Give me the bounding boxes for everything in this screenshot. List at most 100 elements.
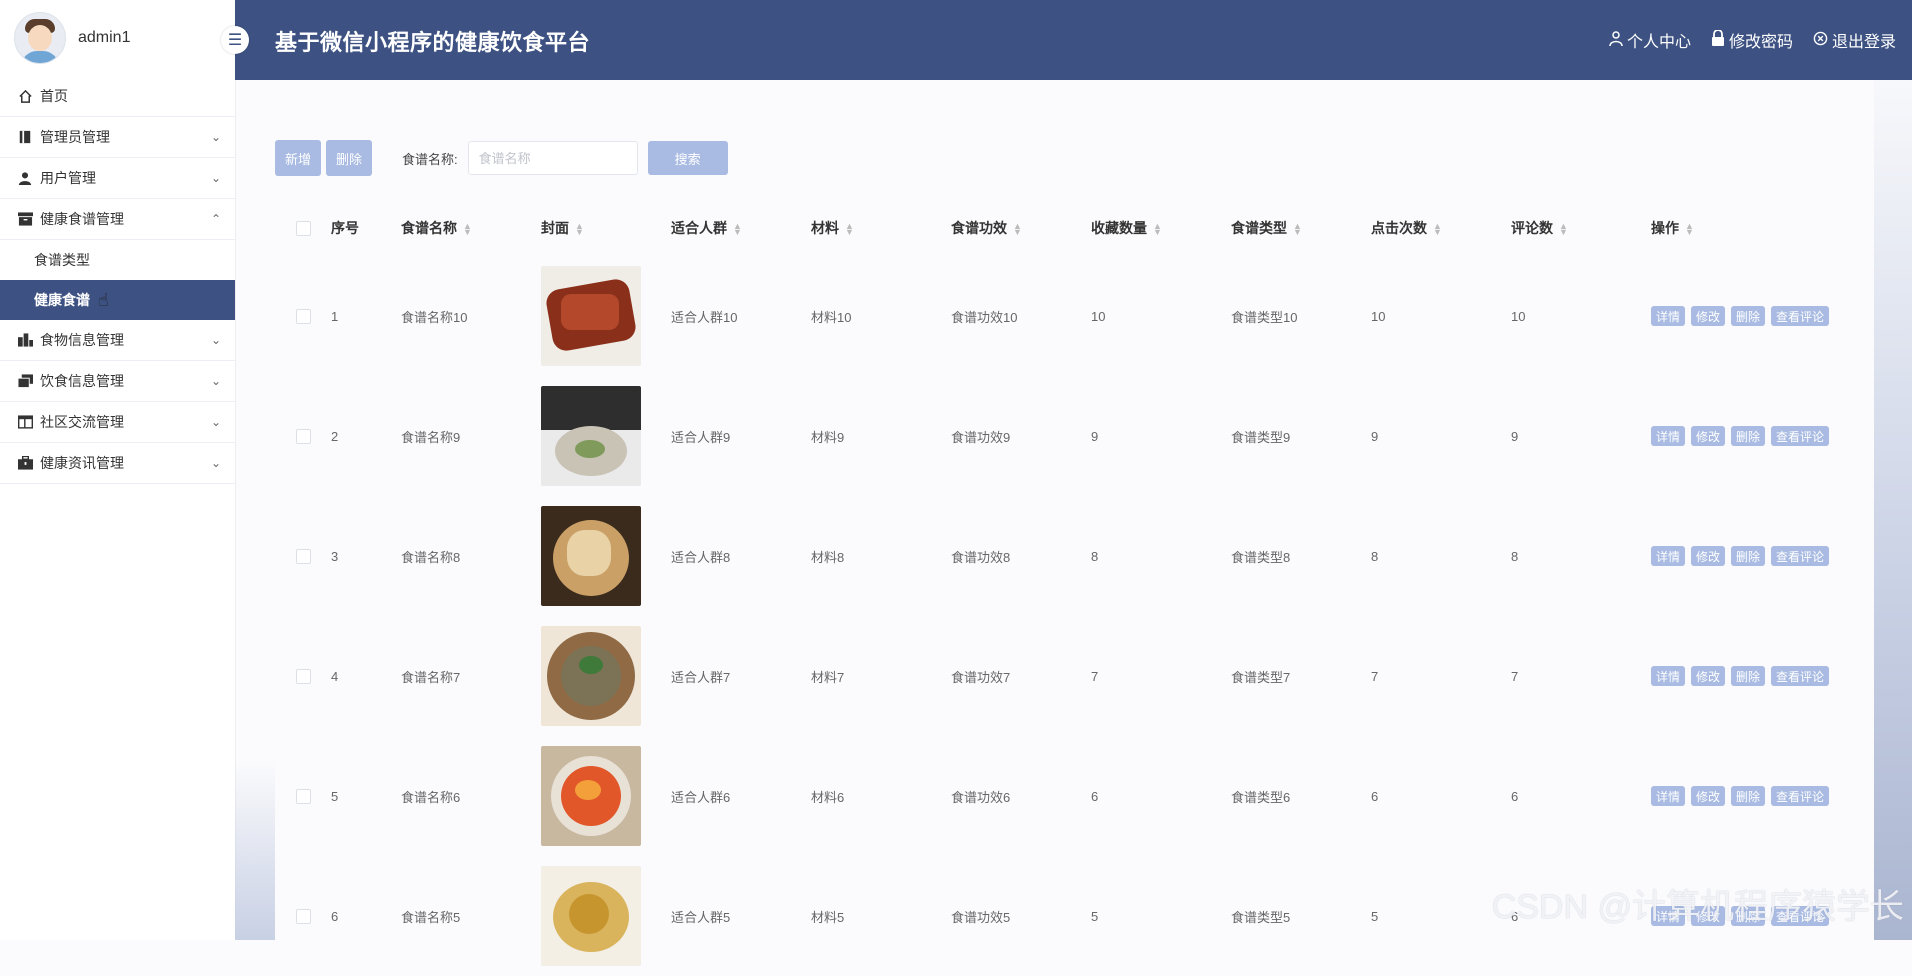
row-checkbox[interactable] [295,668,311,684]
table-row: 2 食谱名称9 适合人群9 材料9 食谱功效9 9 食谱类型9 9 9 详情 修… [275,376,1875,496]
home-icon [16,87,34,105]
header-cell[interactable]: 食谱功效 ▲ ▼ [951,218,1091,238]
edit-button[interactable]: 修改 [1691,426,1726,446]
header-cell[interactable]: 点击次数 ▲ ▼ [1371,218,1511,238]
header-cell[interactable]: 食谱名称 ▲ ▼ [401,218,541,238]
cover-image[interactable] [541,506,641,606]
cell-name: 食谱名称8 [401,549,461,565]
avatar[interactable] [14,12,66,64]
cell-clicks: 10 [1371,308,1386,324]
change-password-link[interactable]: 修改密码 [1711,28,1793,52]
sort-icon[interactable]: ▲ ▼ [575,222,584,237]
cell-crowd: 适合人群5 [671,909,731,925]
sidebar-item-community[interactable]: 社区交流管理 ⌄ [0,402,235,443]
sort-icon[interactable]: ▲ ▼ [845,222,854,237]
row-checkbox[interactable] [295,308,311,324]
sidebar-item-diet-info[interactable]: 饮食信息管理 ⌄ [0,361,235,402]
sidebar-item-recipe-mgmt[interactable]: 健康食谱管理 ⌃ [0,199,235,240]
chevron-down-icon: ⌄ [210,374,221,388]
sort-icon[interactable]: ▲ ▼ [1153,222,1162,237]
header-cell[interactable]: 材料 ▲ ▼ [811,218,951,238]
table-row: 1 食谱名称10 适合人群10 材料10 食谱功效10 10 食谱类型10 10… [275,256,1875,376]
cover-image[interactable] [541,626,641,726]
sidebar-item-users[interactable]: 用户管理 ⌄ [0,158,235,199]
logout-link[interactable]: 退出登录 [1813,28,1896,52]
header-cell[interactable]: 收藏数量 ▲ ▼ [1091,218,1231,238]
sidebar-item-home[interactable]: 首页 [0,76,235,117]
cell-index: 2 [331,428,339,444]
collapse-menu-icon[interactable]: ☰ [221,26,249,54]
detail-button[interactable]: 详情 [1651,786,1686,806]
cell-material: 材料10 [811,309,852,325]
row-checkbox[interactable] [295,788,311,804]
header-cell[interactable]: 封面 ▲ ▼ [541,218,671,238]
header-cell[interactable]: 评论数 ▲ ▼ [1511,218,1651,238]
search-button[interactable]: 搜索 [647,141,728,175]
sort-icon[interactable]: ▲ ▼ [733,222,742,237]
view-comments-button[interactable]: 查看评论 [1771,426,1830,446]
edit-button[interactable]: 修改 [1691,786,1726,806]
search-input[interactable] [467,141,638,175]
delete-button[interactable]: 删除 [1731,666,1766,686]
sidebar-subitem-recipe-type[interactable]: 食谱类型 [0,240,235,280]
row-checkbox[interactable] [295,548,311,564]
detail-button[interactable]: 详情 [1651,546,1686,566]
chevron-down-icon: ⌄ [210,415,221,429]
cover-image[interactable] [541,746,641,846]
chevron-down-icon: ⌄ [210,333,221,347]
delete-button[interactable]: 删除 [1731,786,1766,806]
cell-effect: 食谱功效9 [951,429,1011,445]
detail-button[interactable]: 详情 [1651,666,1686,686]
user-name: admin1 [78,29,131,46]
profile-link[interactable]: 个人中心 [1609,28,1691,52]
row-checkbox[interactable] [295,428,311,444]
header-cell[interactable]: 食谱类型 ▲ ▼ [1231,218,1371,238]
detail-button[interactable]: 详情 [1651,306,1686,326]
sort-icon[interactable]: ▲ ▼ [1013,222,1022,237]
sort-icon[interactable]: ▲ ▼ [1559,222,1568,237]
edit-button[interactable]: 修改 [1691,306,1726,326]
sidebar-item-food-info[interactable]: 食物信息管理 ⌄ [0,320,235,361]
cell-name: 食谱名称10 [401,309,468,325]
cell-crowd: 适合人群6 [671,789,731,805]
chevron-down-icon: ⌄ [210,456,221,470]
view-comments-button[interactable]: 查看评论 [1771,666,1830,686]
batch-delete-button[interactable]: 删除 [326,140,373,176]
delete-button[interactable]: 删除 [1731,426,1766,446]
select-all-checkbox[interactable] [295,220,311,236]
view-comments-button[interactable]: 查看评论 [1771,786,1830,806]
sidebar-item-health-news[interactable]: 健康资讯管理 ⌄ [0,443,235,484]
header-cell[interactable]: 适合人群 ▲ ▼ [671,218,811,238]
sort-icon[interactable]: ▲ ▼ [1685,222,1694,237]
cell-effect: 食谱功效7 [951,669,1011,685]
view-comments-button[interactable]: 查看评论 [1771,546,1830,566]
top-actions: 个人中心 修改密码 退出登录 [1609,28,1896,52]
cover-image[interactable] [541,866,641,966]
cell-effect: 食谱功效6 [951,789,1011,805]
cover-image[interactable] [541,386,641,486]
detail-button[interactable]: 详情 [1651,426,1686,446]
cell-name: 食谱名称7 [401,669,461,685]
add-button[interactable]: 新增 [275,140,322,176]
row-checkbox[interactable] [295,908,311,924]
header-cell[interactable]: 操作 ▲ ▼ [1651,218,1851,238]
sort-icon[interactable]: ▲ ▼ [1293,222,1302,237]
cover-image[interactable] [541,266,641,366]
edit-button[interactable]: 修改 [1691,546,1726,566]
cell-index: 4 [331,668,339,684]
delete-button[interactable]: 删除 [1731,546,1766,566]
lock-icon [1711,29,1725,50]
close-circle-icon [1813,31,1828,50]
cell-clicks: 9 [1371,428,1379,444]
sort-icon[interactable]: ▲ ▼ [1433,222,1442,237]
view-comments-button[interactable]: 查看评论 [1771,306,1830,326]
sidebar-item-admin[interactable]: 管理员管理 ⌄ [0,117,235,158]
table-row: 4 食谱名称7 适合人群7 材料7 食谱功效7 7 食谱类型7 7 7 详情 修… [275,616,1875,736]
delete-button[interactable]: 删除 [1731,306,1766,326]
table-icon [16,413,34,431]
sidebar-subitem-healthy-recipe[interactable]: 健康食谱 ☝ [0,280,235,320]
cell-crowd: 适合人群9 [671,429,731,445]
cell-material: 材料8 [811,549,845,565]
edit-button[interactable]: 修改 [1691,666,1726,686]
sort-icon[interactable]: ▲ ▼ [463,222,472,237]
